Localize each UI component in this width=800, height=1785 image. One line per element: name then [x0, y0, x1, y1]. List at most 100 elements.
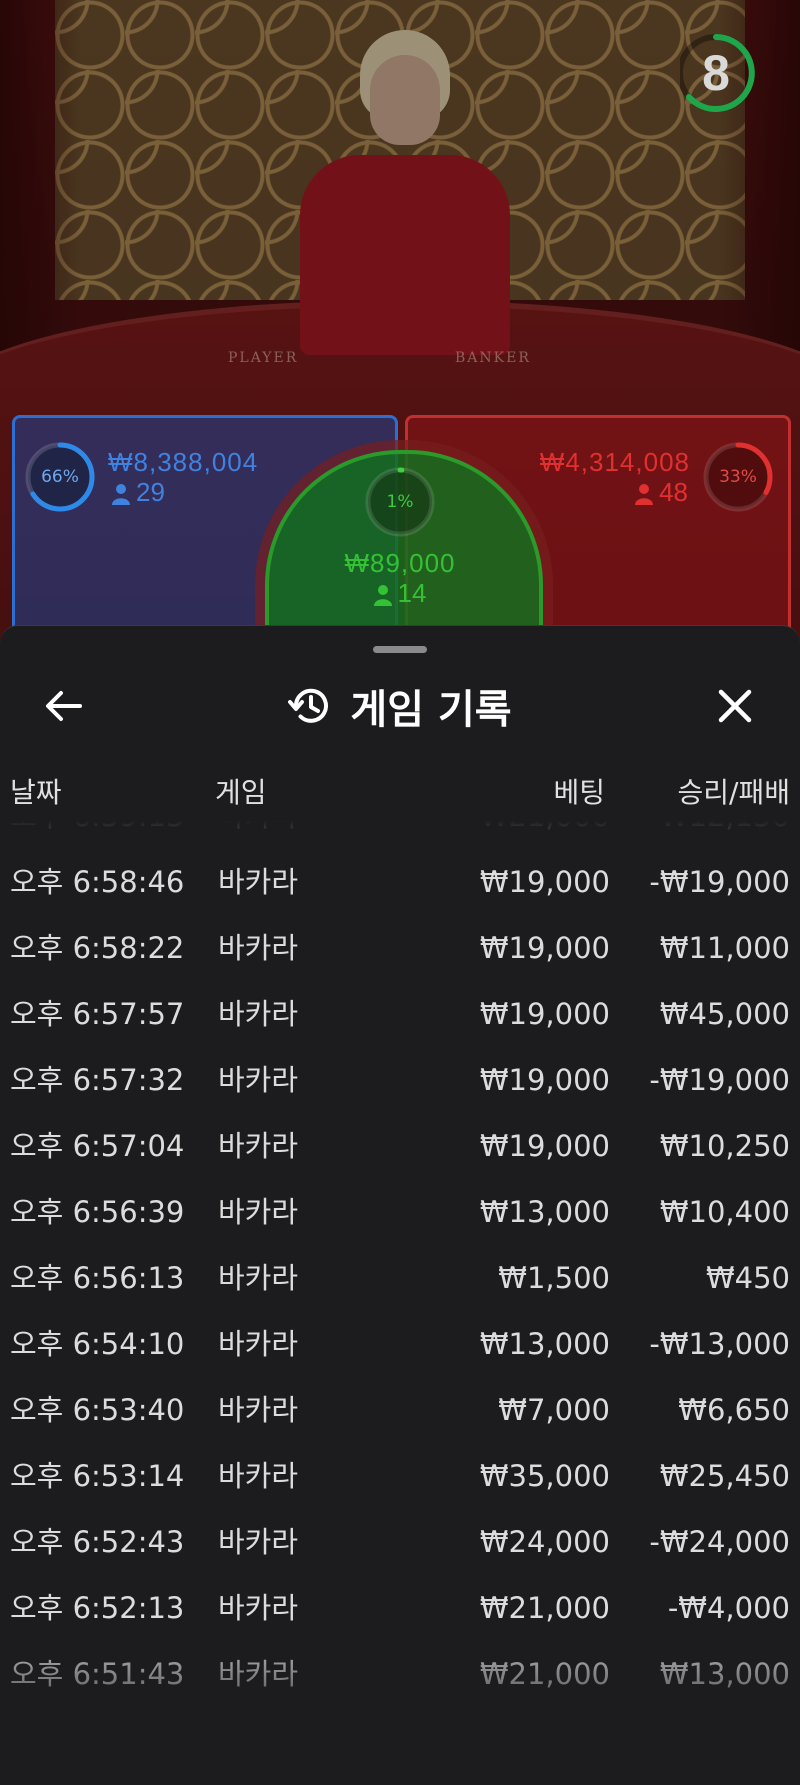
banker-bettors-count: 48: [659, 477, 688, 507]
row-bet: ₩7,000: [498, 1393, 610, 1427]
row-result: ₩25,450: [659, 1459, 790, 1493]
row-bet: ₩13,000: [479, 1327, 610, 1361]
column-header-bet: 베팅: [553, 776, 605, 809]
row-time: 오후 6:53:40: [10, 1393, 185, 1427]
history-row[interactable]: 오후 6:52:43 바카라 ₩24,000 -₩24,000: [0, 1509, 800, 1575]
row-game: 바카라: [218, 1327, 299, 1361]
row-result: -₩24,000: [649, 1525, 790, 1559]
arrow-left-icon: [46, 691, 82, 721]
sheet-header: 게임 기록: [0, 666, 800, 746]
row-game: 바카라: [218, 931, 299, 965]
tie-bettors-count: 14: [397, 578, 427, 608]
close-button[interactable]: [707, 678, 763, 734]
row-time: 오후 6:57:04: [10, 1129, 185, 1163]
player-amount: ₩8,388,004: [108, 447, 259, 477]
tie-percent-ring: 1%: [364, 466, 436, 538]
row-game: 바카라: [218, 816, 299, 833]
banker-percent-ring: 33%: [702, 441, 774, 513]
row-time: 오후 6:51:43: [10, 1657, 185, 1691]
row-bet: ₩13,000: [479, 1195, 610, 1229]
history-icon: [288, 688, 329, 723]
person-icon: [112, 484, 130, 506]
row-time: 오후 6:52:13: [10, 1591, 185, 1625]
player-bettors: 29: [112, 477, 165, 508]
banker-percent: 33%: [719, 467, 757, 487]
row-result: ₩45,000: [659, 997, 790, 1031]
history-list[interactable]: 오후 6:59:13 바카라 ₩21,000 ₩12,150 오후 6:58:46 바카라…: [0, 816, 800, 1766]
row-time: 오후 6:59:13: [10, 816, 185, 833]
timer-count: 8: [702, 45, 730, 101]
history-row[interactable]: 오후 6:54:10 바카라 ₩13,000 -₩13,000: [0, 1311, 800, 1377]
history-row[interactable]: 오후 6:57:57 바카라 ₩19,000 ₩45,000: [0, 981, 800, 1047]
history-row[interactable]: 오후 6:53:14 바카라 ₩35,000 ₩25,450: [0, 1443, 800, 1509]
history-row[interactable]: 오후 6:52:13 바카라 ₩21,000 -₩4,000: [0, 1575, 800, 1641]
history-row[interactable]: 오후 6:58:46 바카라 ₩19,000 -₩19,000: [0, 849, 800, 915]
banker-amount: ₩4,314,008: [539, 447, 690, 477]
row-game: 바카라: [218, 1459, 299, 1493]
back-button[interactable]: [36, 678, 92, 734]
row-result: ₩13,000: [659, 1657, 790, 1691]
column-header-win-loss: 승리/패배: [677, 776, 790, 809]
history-row[interactable]: 오후 6:51:43 바카라 ₩21,000 ₩13,000: [0, 1641, 800, 1707]
row-result: ₩10,250: [659, 1129, 790, 1163]
row-time: 오후 6:57:32: [10, 1063, 185, 1097]
row-result: -₩13,000: [649, 1327, 790, 1361]
history-row[interactable]: 오후 6:56:13 바카라 ₩1,500 ₩450: [0, 1245, 800, 1311]
history-row[interactable]: 오후 6:57:04 바카라 ₩19,000 ₩10,250: [0, 1113, 800, 1179]
sheet-title: 게임 기록: [350, 687, 512, 733]
row-result: ₩12,150: [659, 816, 790, 833]
row-game: 바카라: [218, 1063, 299, 1097]
sheet-drag-handle[interactable]: [373, 646, 427, 653]
row-time: 오후 6:56:39: [10, 1195, 185, 1229]
row-bet: ₩24,000: [479, 1525, 610, 1559]
row-bet: ₩19,000: [479, 931, 610, 965]
player-percent-ring: 66%: [24, 441, 96, 513]
tie-percent: 1%: [386, 492, 414, 512]
round-timer: 8: [677, 30, 766, 116]
history-row[interactable]: 오후 6:59:13 바카라 ₩21,000 ₩12,150: [0, 816, 800, 849]
row-result: -₩19,000: [649, 865, 790, 899]
game-history-sheet: 게임 기록 날짜 게임 베팅 승리/패배 오후 6:59:13 바카라 ₩21,00…: [0, 625, 800, 1785]
row-time: 오후 6:52:43: [10, 1525, 185, 1559]
player-percent: 66%: [41, 467, 79, 487]
person-icon: [373, 585, 392, 607]
row-bet: ₩21,000: [479, 816, 610, 833]
row-result: ₩10,400: [659, 1195, 790, 1229]
row-bet: ₩21,000: [479, 1657, 610, 1691]
history-row[interactable]: 오후 6:53:40 바카라 ₩7,000 ₩6,650: [0, 1377, 800, 1443]
row-result: -₩4,000: [667, 1591, 790, 1625]
row-result: ₩11,000: [659, 931, 790, 965]
player-bettors-count: 29: [136, 477, 165, 507]
row-game: 바카라: [218, 1195, 299, 1229]
row-bet: ₩19,000: [479, 1063, 610, 1097]
row-time: 오후 6:58:22: [10, 931, 185, 965]
row-game: 바카라: [218, 1525, 299, 1559]
row-time: 오후 6:58:46: [10, 865, 185, 899]
row-game: 바카라: [218, 1129, 299, 1163]
row-result: -₩19,000: [649, 1063, 790, 1097]
row-game: 바카라: [218, 1393, 299, 1427]
close-icon: [718, 689, 752, 723]
tie-bettors: 14: [0, 578, 800, 609]
row-game: 바카라: [218, 1591, 299, 1625]
tie-amount: ₩89,000: [344, 548, 456, 578]
row-time: 오후 6:56:13: [10, 1261, 185, 1295]
row-result: ₩450: [705, 1261, 790, 1295]
row-game: 바카라: [218, 1657, 299, 1691]
row-game: 바카라: [218, 1261, 299, 1295]
row-bet: ₩21,000: [479, 1591, 610, 1625]
row-game: 바카라: [218, 997, 299, 1031]
row-time: 오후 6:57:57: [10, 997, 185, 1031]
row-game: 바카라: [218, 865, 299, 899]
person-icon: [635, 484, 654, 506]
history-row[interactable]: 오후 6:57:32 바카라 ₩19,000 -₩19,000: [0, 1047, 800, 1113]
row-time: 오후 6:53:14: [10, 1459, 185, 1493]
row-bet: ₩19,000: [479, 865, 610, 899]
row-result: ₩6,650: [678, 1393, 790, 1427]
history-row[interactable]: 오후 6:56:39 바카라 ₩13,000 ₩10,400: [0, 1179, 800, 1245]
column-header-game: 게임: [215, 776, 267, 809]
row-bet: ₩35,000: [479, 1459, 610, 1493]
row-bet: ₩1,500: [498, 1261, 610, 1295]
history-row[interactable]: 오후 6:58:22 바카라 ₩19,000 ₩11,000: [0, 915, 800, 981]
row-time: 오후 6:54:10: [10, 1327, 185, 1361]
